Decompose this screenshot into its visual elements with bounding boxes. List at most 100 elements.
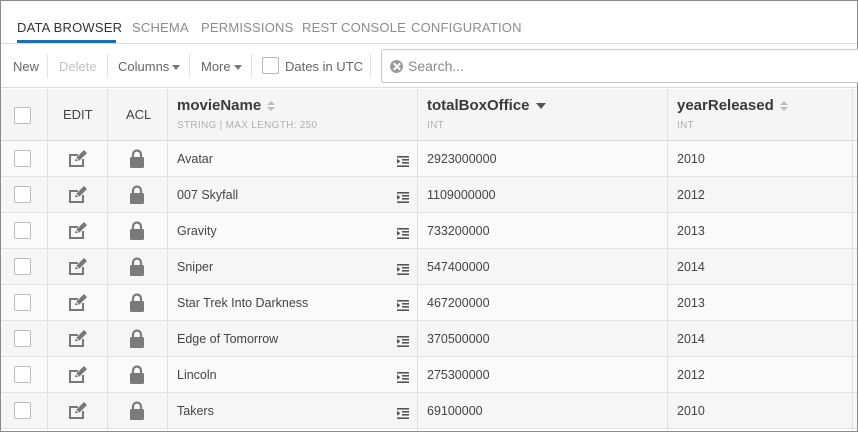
lock-icon[interactable] [129,365,145,384]
cell-yearReleased[interactable]: 2014 [677,332,705,346]
column-divider [667,89,668,431]
lock-icon[interactable] [129,329,145,348]
cell-totalBoxOffice[interactable]: 370500000 [427,332,490,346]
edit-icon[interactable] [67,402,87,420]
dates-in-utc-checkbox[interactable] [262,57,279,74]
cell-movieName[interactable]: Edge of Tomorrow [177,332,278,346]
row-select-checkbox[interactable] [14,366,31,383]
expand-text-icon[interactable] [397,190,409,203]
cell-totalBoxOffice[interactable]: 547400000 [427,260,490,274]
sort-icon[interactable] [267,100,276,112]
column-divider [417,89,418,431]
row-select-checkbox[interactable] [14,186,31,203]
column-divider [107,89,108,431]
acl-column-header: ACL [126,107,152,122]
table-row[interactable]: Edge of Tomorrow 370500000 2014 [1,321,857,357]
expand-text-icon[interactable] [397,406,409,419]
cell-yearReleased[interactable]: 2010 [677,404,705,418]
edit-icon[interactable] [67,294,87,312]
edit-icon[interactable] [67,186,87,204]
row-select-checkbox[interactable] [14,330,31,347]
cell-totalBoxOffice[interactable]: 467200000 [427,296,490,310]
table-row[interactable]: 007 Skyfall 1109000000 2012 [1,177,857,213]
cell-totalBoxOffice[interactable]: 733200000 [427,224,490,238]
cell-yearReleased[interactable]: 2013 [677,296,705,310]
cell-totalBoxOffice[interactable]: 2923000000 [427,152,497,166]
top-tab-bar: DATA BROWSER SCHEMA PERMISSIONS REST CON… [1,1,857,44]
cell-movieName[interactable]: Lincoln [177,368,217,382]
lock-icon[interactable] [129,293,145,312]
table-row[interactable]: Star Trek Into Darkness 467200000 2013 [1,285,857,321]
lock-icon[interactable] [129,221,145,240]
table-row[interactable]: Lincoln 275300000 2012 [1,357,857,393]
sort-descending-icon[interactable] [535,103,546,110]
dates-in-utc-label[interactable]: Dates in UTC [285,59,363,74]
clear-search-icon[interactable] [390,60,403,73]
search-input[interactable] [408,56,838,76]
edit-icon[interactable] [67,258,87,276]
columns-dropdown[interactable]: Columns [118,59,181,74]
tab-data-browser[interactable]: DATA BROWSER [17,20,122,35]
column-name: movieName [177,97,262,114]
column-divider [167,89,168,431]
row-select-checkbox[interactable] [14,150,31,167]
column-type: STRING | MAX LENGTH: 250 [177,120,318,131]
table-row[interactable]: Takers 69100000 2010 [1,393,857,429]
toolbar-divider [251,54,252,78]
active-tab-indicator [17,40,116,43]
tab-permissions[interactable]: PERMISSIONS [201,20,294,35]
column-divider [852,89,853,431]
cell-yearReleased[interactable]: 2010 [677,152,705,166]
table-row[interactable]: Sniper 547400000 2014 [1,249,857,285]
edit-icon[interactable] [67,222,87,240]
expand-text-icon[interactable] [397,334,409,347]
cell-movieName[interactable]: Star Trek Into Darkness [177,296,308,310]
more-dropdown[interactable]: More [201,59,242,74]
select-all-checkbox[interactable] [14,107,31,124]
column-header-totalBoxOffice[interactable]: totalBoxOffice [427,97,546,114]
toolbar: New Delete Columns More Dates in UTC [1,44,858,88]
edit-icon[interactable] [67,330,87,348]
sort-icon[interactable] [779,100,788,112]
new-button[interactable]: New [13,59,39,74]
cell-totalBoxOffice[interactable]: 275300000 [427,368,490,382]
delete-button[interactable]: Delete [59,59,97,74]
edit-icon[interactable] [67,366,87,384]
table-row[interactable]: Gravity 733200000 2013 [1,213,857,249]
row-select-checkbox[interactable] [14,222,31,239]
cell-movieName[interactable]: Avatar [177,152,213,166]
row-select-checkbox[interactable] [14,258,31,275]
expand-text-icon[interactable] [397,370,409,383]
row-select-checkbox[interactable] [14,294,31,311]
column-header-movieName[interactable]: movieName [177,97,276,114]
cell-movieName[interactable]: Sniper [177,260,213,274]
expand-text-icon[interactable] [397,298,409,311]
cell-totalBoxOffice[interactable]: 69100000 [427,404,483,418]
lock-icon[interactable] [129,185,145,204]
cell-movieName[interactable]: Takers [177,404,214,418]
edit-icon[interactable] [67,150,87,168]
cell-yearReleased[interactable]: 2012 [677,368,705,382]
column-name: totalBoxOffice [427,97,530,114]
tab-schema[interactable]: SCHEMA [132,20,189,35]
lock-icon[interactable] [129,401,145,420]
cell-yearReleased[interactable]: 2012 [677,188,705,202]
expand-text-icon[interactable] [397,262,409,275]
more-label: More [201,59,231,74]
row-select-checkbox[interactable] [14,402,31,419]
column-header-yearReleased[interactable]: yearReleased [677,97,788,114]
cell-movieName[interactable]: Gravity [177,224,217,238]
tab-rest-console[interactable]: REST CONSOLE [302,20,406,35]
expand-text-icon[interactable] [397,226,409,239]
cell-totalBoxOffice[interactable]: 1109000000 [427,188,496,202]
lock-icon[interactable] [129,149,145,168]
chevron-down-icon [172,64,181,70]
tab-configuration[interactable]: CONFIGURATION [411,20,522,35]
toolbar-divider [47,54,48,78]
lock-icon[interactable] [129,257,145,276]
cell-yearReleased[interactable]: 2014 [677,260,705,274]
cell-movieName[interactable]: 007 Skyfall [177,188,238,202]
table-row[interactable]: Avatar 2923000000 2010 [1,141,857,177]
expand-text-icon[interactable] [397,154,409,167]
cell-yearReleased[interactable]: 2013 [677,224,705,238]
